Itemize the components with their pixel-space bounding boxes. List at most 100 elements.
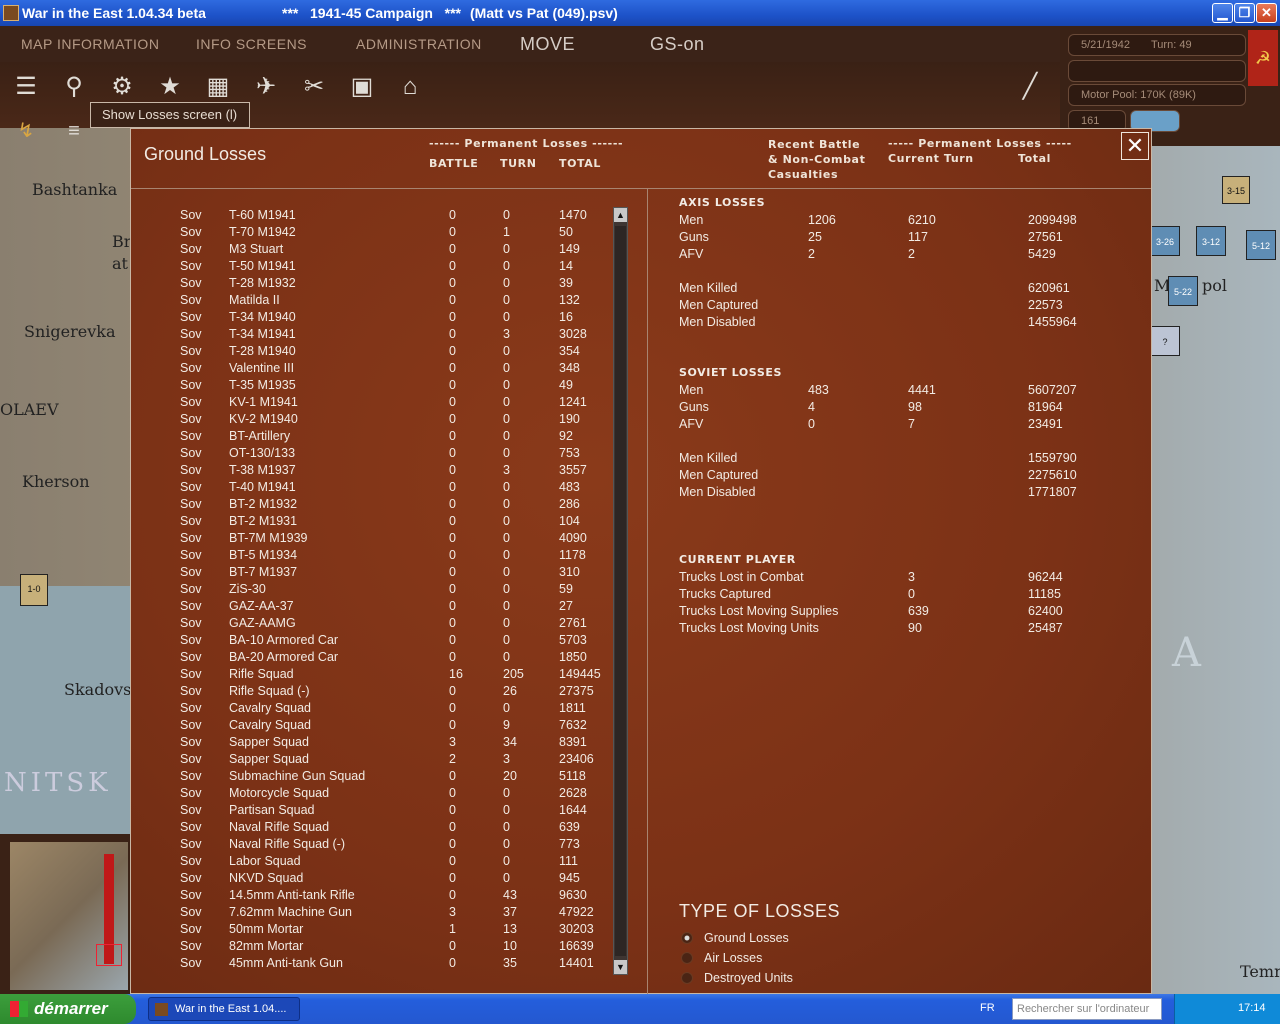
total-losses-cell: 27 [559,599,573,613]
equipment-type-cell: T-28 M1940 [229,344,296,358]
axis-turn-value: 6210 [908,213,936,227]
city-label: Kherson [22,472,90,491]
ground-losses-option[interactable]: Ground Losses [704,931,789,945]
soviet-unit-counter[interactable]: 5-22 [1168,276,1198,306]
turn-losses-cell: 0 [503,786,510,800]
table-row: Sov Partisan Squad 0 0 1644 [131,802,611,819]
soviet-unit-counter[interactable]: 3-26 [1150,226,1180,256]
battle-losses-cell: 0 [449,650,456,664]
minimap[interactable] [0,834,130,994]
crossed-tools-icon[interactable]: ✂ [296,70,332,104]
battle-losses-cell: 0 [449,429,456,443]
minimize-button[interactable]: ▁ [1212,3,1233,23]
destroyed-units-option[interactable]: Destroyed Units [704,971,793,985]
soviet-unit-counter[interactable]: 3-12 [1196,226,1226,256]
equipment-type-cell: 82mm Mortar [229,939,304,953]
equipment-type-cell: Naval Rifle Squad [229,820,330,834]
table-row: Sov GAZ-AAMG 0 0 2761 [131,615,611,632]
truck-loss-total: 62400 [1028,604,1063,618]
search-input[interactable]: Rechercher sur l'ordinateur [1012,998,1162,1020]
total-losses-cell: 23406 [559,752,594,766]
menu-administration[interactable]: ADMINISTRATION [356,36,482,52]
dialog-close-button[interactable]: ✕ [1121,132,1149,160]
air-losses-option[interactable]: Air Losses [704,951,762,965]
turn-losses-cell: 0 [503,514,510,528]
battle-losses-cell: 0 [449,344,456,358]
table-row: Sov BA-20 Armored Car 0 0 1850 [131,649,611,666]
turn-losses-cell: 0 [503,820,510,834]
scroll-up-icon[interactable]: ▲ [614,208,627,222]
total-losses-cell: 49 [559,378,573,392]
soviet-disabled-label: Men Disabled [679,485,756,499]
rail-icon[interactable]: ⌂ [392,70,428,104]
ground-losses-icon[interactable]: ▦ [200,70,236,104]
turn-losses-cell: 0 [503,446,510,460]
turn-label: Turn: 49 [1151,39,1192,51]
soviet-stat-label: Guns [679,400,709,414]
table-row: Sov T-35 M1935 0 0 49 [131,377,611,394]
rail-track-icon[interactable]: ≡ [56,114,92,148]
battle-losses-cell: 0 [449,395,456,409]
nationality-cell: Sov [180,480,202,494]
scroll-thumb[interactable] [615,226,626,956]
air-icon[interactable]: ✈ [248,70,284,104]
turn-losses-cell: 0 [503,310,510,324]
axis-captured-value: 22573 [1028,298,1063,312]
menu-map-information[interactable]: MAP INFORMATION [21,36,159,52]
pencil-icon[interactable]: ╱ [1012,70,1048,104]
axis-unit-counter[interactable]: 3-15 [1222,176,1250,204]
equipment-type-cell: Rifle Squad (-) [229,684,310,698]
save-file-name: (Matt vs Pat (049).psv) [470,5,618,21]
unknown-unit-counter[interactable]: ? [1150,326,1180,356]
status-slot [1068,60,1246,82]
equipment-type-cell: 14.5mm Anti-tank Rifle [229,888,355,902]
scroll-down-icon[interactable]: ▼ [614,960,627,974]
taskbar-task-button[interactable]: War in the East 1.04.... [148,997,300,1021]
app-icon [3,5,19,21]
axis-captured-label: Men Captured [679,298,759,312]
radio-destroyed-units[interactable] [681,972,693,984]
turn-losses-cell: 3 [503,463,510,477]
radio-ground-losses[interactable] [681,932,693,944]
radio-air-losses[interactable] [681,952,693,964]
stack-icon[interactable]: ☰ [8,70,44,104]
table-row: Sov Submachine Gun Squad 0 20 5118 [131,768,611,785]
table-row: Sov T-28 M1932 0 0 39 [131,275,611,292]
route-icon[interactable]: ↯ [8,114,44,148]
partisan-unit-counter[interactable]: 1-0 [20,574,48,606]
menu-gs-toggle[interactable]: GS-on [650,34,705,55]
gear-icon[interactable]: ⚙ [104,70,140,104]
table-row: Sov Sapper Squad 2 3 23406 [131,751,611,768]
nationality-cell: Sov [180,701,202,715]
city-label: Bashtanka [32,180,118,199]
axis-recent-value: 1206 [808,213,836,227]
tooltip: Show Losses screen (l) [90,102,250,128]
nationality-cell: Sov [180,786,202,800]
soviet-unit-counter[interactable]: 5-12 [1246,230,1276,260]
menu-move[interactable]: MOVE [520,34,575,55]
table-row: Sov 50mm Mortar 1 13 30203 [131,921,611,938]
units-icon[interactable]: ⚲ [56,70,92,104]
table-row: Sov GAZ-AA-37 0 0 27 [131,598,611,615]
language-indicator[interactable]: FR [980,1002,995,1014]
window-close-button[interactable]: ✕ [1256,3,1277,23]
equipment-type-cell: KV-2 M1940 [229,412,298,426]
total-losses-cell: 16639 [559,939,594,953]
total-losses-cell: 30203 [559,922,594,936]
truck-loss-total: 25487 [1028,621,1063,635]
battle-losses-cell: 0 [449,293,456,307]
start-button[interactable]: démarrer [0,994,136,1024]
losses-scrollbar[interactable]: ▲ ▼ [613,207,628,975]
soviet-total-value: 23491 [1028,417,1063,431]
star-icon[interactable]: ★ [152,70,188,104]
equipment-type-cell: BA-10 Armored Car [229,633,339,647]
table-row: Sov Cavalry Squad 0 0 1811 [131,700,611,717]
nationality-cell: Sov [180,718,202,732]
restore-button[interactable]: ❐ [1234,3,1255,23]
minimap-viewport[interactable] [96,944,122,966]
fuel-icon[interactable]: ▣ [344,70,380,104]
table-row: Sov Valentine III 0 0 348 [131,360,611,377]
menu-info-screens[interactable]: INFO SCREENS [196,36,307,52]
total-losses-cell: 14 [559,259,573,273]
total-losses-cell: 149445 [559,667,601,681]
